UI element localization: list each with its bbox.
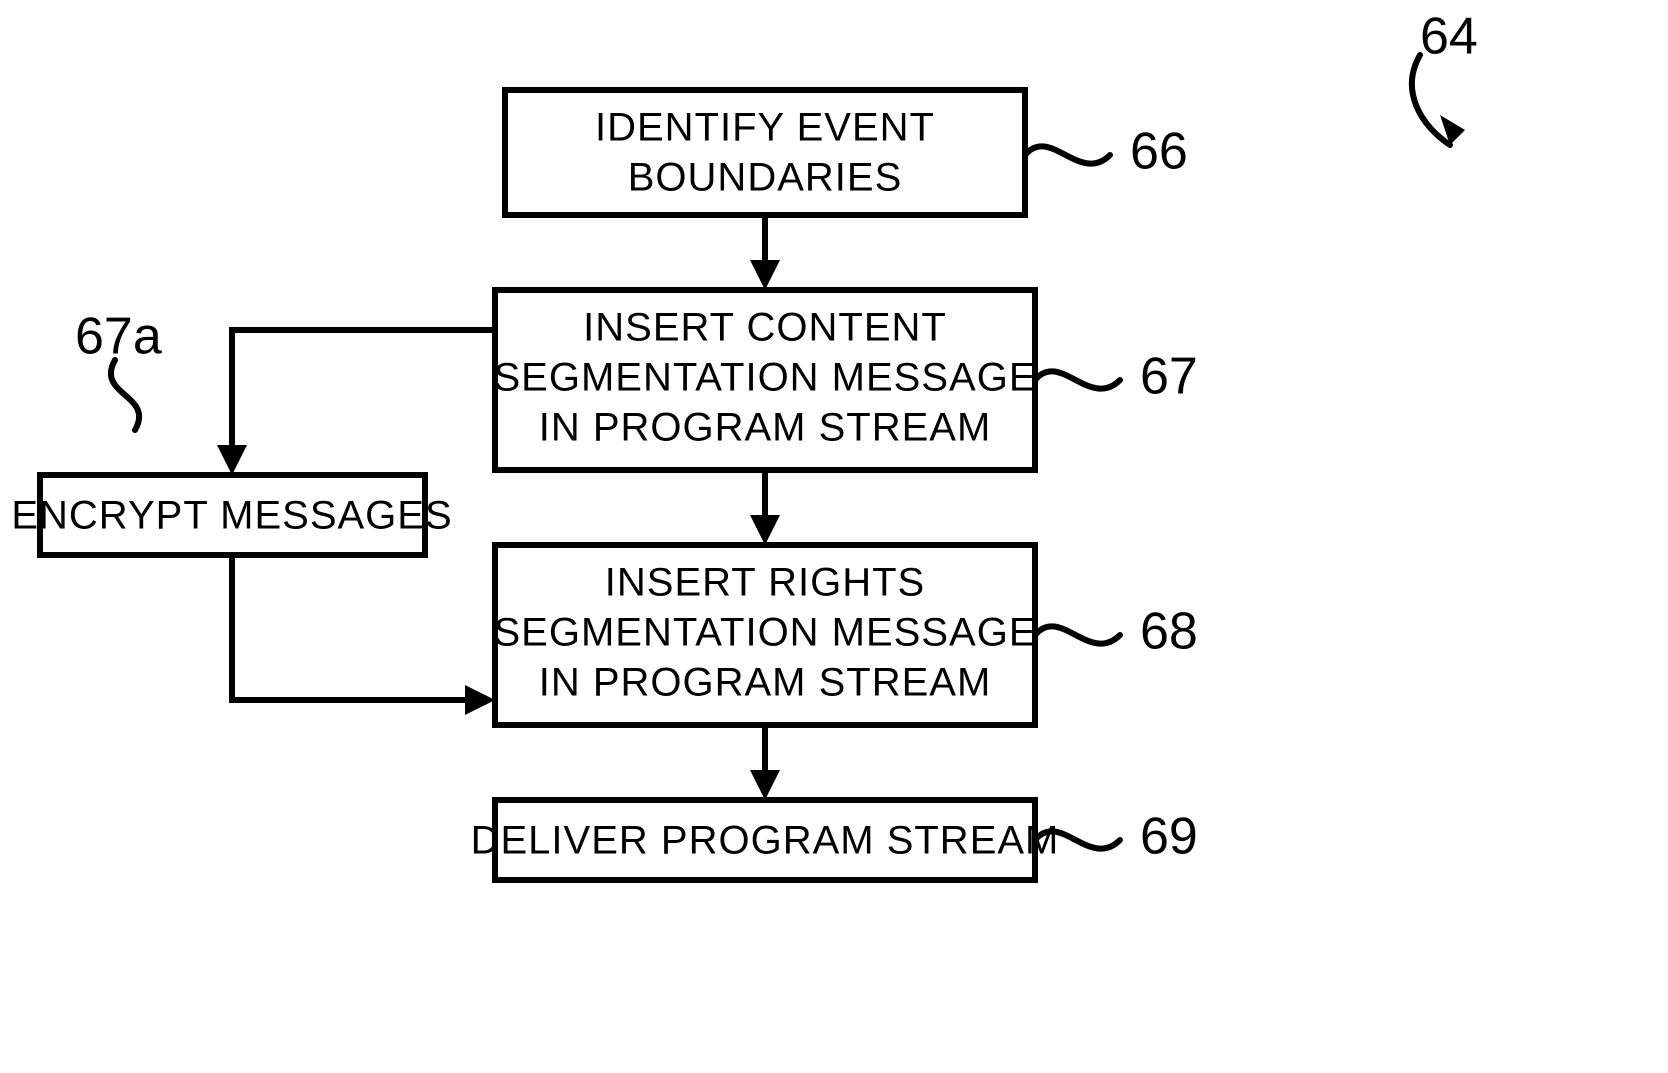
ref-squiggle-67a: [111, 360, 139, 430]
label-insert-content-line3: IN PROGRAM STREAM: [539, 406, 992, 450]
flowchart-diagram: IDENTIFY EVENT BOUNDARIES 66 INSERT CONT…: [0, 0, 1668, 1073]
conn-67-to-67a: [232, 330, 495, 455]
arrowhead-67a-68: [465, 685, 495, 715]
ref-squiggle-68: [1035, 626, 1120, 643]
ref-64: 64: [1420, 8, 1478, 66]
ref-69: 69: [1140, 808, 1198, 866]
label-insert-rights-line2: SEGMENTATION MESSAGE: [493, 611, 1036, 655]
ref-67a: 67a: [75, 308, 162, 366]
arrowhead-66-67: [750, 260, 780, 290]
label-deliver-line1: DELIVER PROGRAM STREAM: [471, 819, 1060, 863]
label-insert-content-line2: SEGMENTATION MESSAGE: [493, 356, 1036, 400]
arrowhead-67-67a: [217, 445, 247, 475]
label-identify-line1: IDENTIFY EVENT: [595, 106, 935, 150]
label-encrypt-line1: ENCRYPT MESSAGES: [11, 494, 452, 538]
label-insert-rights-line1: INSERT RIGHTS: [605, 561, 925, 605]
ref-squiggle-67: [1035, 371, 1120, 388]
label-insert-content-line1: INSERT CONTENT: [583, 306, 947, 350]
ref-squiggle-66: [1025, 146, 1110, 163]
ref-67: 67: [1140, 348, 1198, 406]
ref-arrow-64: [1412, 55, 1450, 145]
arrowhead-68-69: [750, 770, 780, 800]
label-identify-line2: BOUNDARIES: [628, 156, 903, 200]
ref-66: 66: [1130, 123, 1188, 181]
ref-68: 68: [1140, 603, 1198, 661]
conn-67a-to-68: [232, 555, 475, 700]
label-insert-rights-line3: IN PROGRAM STREAM: [539, 661, 992, 705]
arrowhead-67-68: [750, 515, 780, 545]
